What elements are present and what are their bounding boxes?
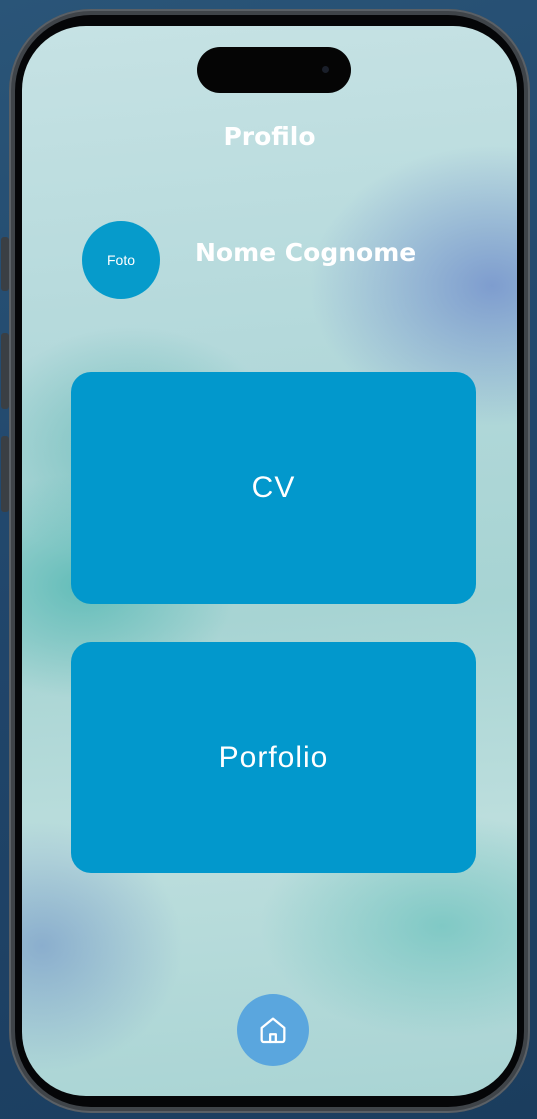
user-name: Nome Cognome — [195, 238, 417, 267]
home-icon — [260, 1017, 286, 1044]
cv-card-button[interactable]: CV — [71, 372, 476, 604]
portfolio-card-button[interactable]: Porfolio — [71, 642, 476, 873]
avatar[interactable]: Foto — [82, 221, 160, 299]
cv-card-label: CV — [251, 471, 296, 504]
volume-down-button — [1, 436, 9, 512]
action-button — [1, 237, 9, 291]
avatar-label: Foto — [106, 252, 135, 268]
front-camera-icon — [322, 66, 329, 73]
portfolio-card-label: Porfolio — [218, 740, 329, 774]
app-screen: Profilo Foto Nome Cognome CV Porfolio — [22, 26, 517, 1096]
volume-up-button — [1, 333, 9, 409]
page-title: Profilo — [223, 122, 316, 151]
dynamic-island — [197, 47, 351, 93]
home-button[interactable] — [237, 994, 309, 1066]
